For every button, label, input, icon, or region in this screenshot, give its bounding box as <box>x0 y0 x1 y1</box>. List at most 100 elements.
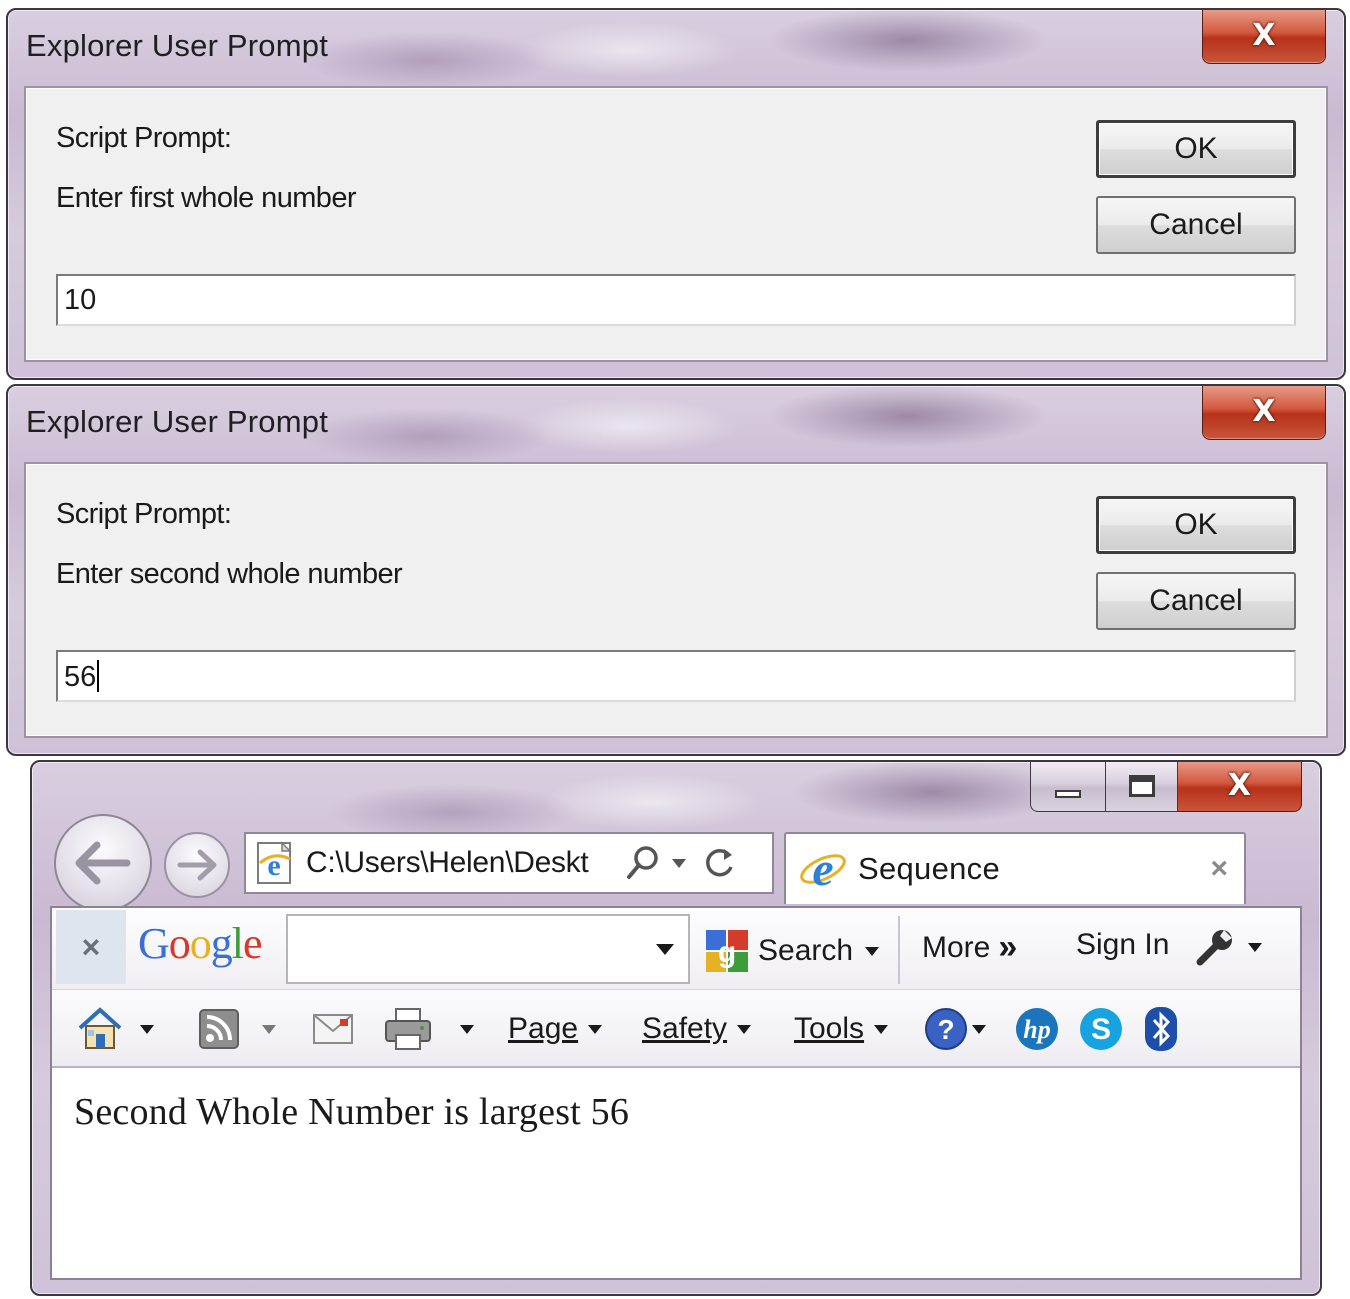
google-search-button[interactable]: g Search <box>704 928 880 974</box>
prompt-message: Enter first whole number <box>56 182 357 214</box>
browser-window: X e C:\Users\Helen\Deskt e Sequence × × … <box>30 760 1322 1296</box>
prompt-dialog-first: Explorer User Prompt X Script Prompt: En… <box>6 8 1346 380</box>
skype-icon: S <box>1080 1008 1122 1050</box>
minimize-icon <box>1055 789 1081 798</box>
tools-menu[interactable]: Tools <box>794 990 889 1068</box>
maximize-icon <box>1128 774 1155 797</box>
forward-button[interactable] <box>164 832 230 898</box>
ie-logo-icon: e <box>800 845 846 893</box>
skype-button[interactable]: S <box>1078 990 1124 1068</box>
tab-sequence[interactable]: e Sequence × <box>784 832 1246 904</box>
text-caret <box>97 660 100 692</box>
browser-content: × Google g Search More » Sign In Page Sa… <box>50 906 1302 1280</box>
more-label: More <box>922 930 991 964</box>
ie-page-icon: e <box>257 841 292 884</box>
tab-close-icon[interactable]: × <box>1210 852 1228 886</box>
dialog-close-button[interactable]: X <box>1202 10 1326 64</box>
svg-text:S: S <box>1091 1013 1111 1046</box>
prompt-input-value: 10 <box>64 284 97 316</box>
rss-feed-icon <box>199 1009 239 1049</box>
prompt-dialog-second: Explorer User Prompt X Script Prompt: En… <box>6 384 1346 756</box>
svg-text:hp: hp <box>1023 1015 1050 1044</box>
bluetooth-button[interactable] <box>1144 990 1178 1068</box>
cancel-button[interactable]: Cancel <box>1096 572 1296 630</box>
chevron-down-icon <box>140 1024 154 1034</box>
help-icon: ? <box>925 1008 967 1050</box>
svg-text:e: e <box>812 845 833 893</box>
logo-letter: e <box>243 919 263 968</box>
dialog-close-button[interactable]: X <box>1202 386 1326 440</box>
toolbar-settings-button[interactable] <box>1194 926 1262 968</box>
chevron-down-icon <box>865 946 880 956</box>
close-icon: X <box>1252 18 1276 53</box>
refresh-icon[interactable] <box>702 841 736 885</box>
script-prompt-label: Script Prompt: <box>56 498 232 530</box>
back-arrow-icon <box>75 841 131 885</box>
read-mail-button[interactable] <box>312 990 354 1068</box>
window-close-button[interactable]: X <box>1178 762 1302 812</box>
dialog-title: Explorer User Prompt <box>26 28 329 63</box>
google-search-icon: g <box>706 930 748 972</box>
dialog-body: Script Prompt: Enter first whole number … <box>24 86 1328 362</box>
page-output-text: Second Whole Number is largest 56 <box>74 1091 630 1133</box>
close-icon: X <box>1227 768 1252 803</box>
svg-text:g: g <box>718 936 736 969</box>
dropdown-arrow-icon[interactable] <box>672 841 686 885</box>
mail-icon <box>313 1014 353 1044</box>
ok-button[interactable]: OK <box>1096 120 1296 178</box>
toolbar-close-icon[interactable]: × <box>56 910 126 984</box>
page-menu[interactable]: Page <box>508 990 603 1068</box>
prompt-input[interactable]: 10 <box>56 274 1296 326</box>
sign-in-button[interactable]: Sign In <box>1076 928 1169 962</box>
logo-letter: g <box>210 919 233 968</box>
svg-text:e: e <box>267 849 280 882</box>
google-toolbar: × Google g Search More » Sign In <box>52 908 1300 990</box>
double-chevron-icon: » <box>998 928 1018 966</box>
google-search-input[interactable] <box>286 914 690 984</box>
wrench-icon <box>1196 930 1232 966</box>
google-logo: Google <box>138 918 263 969</box>
maximize-button[interactable] <box>1106 762 1178 812</box>
home-button[interactable] <box>76 990 154 1068</box>
prompt-input[interactable]: 56 <box>56 650 1296 702</box>
ok-button[interactable]: OK <box>1096 496 1296 554</box>
address-bar[interactable]: e C:\Users\Helen\Deskt <box>244 832 774 894</box>
chevron-down-icon <box>460 1024 474 1034</box>
chevron-down-icon <box>1248 942 1262 952</box>
feeds-button[interactable] <box>198 990 276 1068</box>
toolbar-separator <box>898 916 900 984</box>
chevron-down-icon <box>588 1024 603 1034</box>
logo-letter: o <box>189 919 212 968</box>
help-button[interactable]: ? <box>924 990 986 1068</box>
command-bar: Page Safety Tools ? hp S <box>52 990 1300 1068</box>
hp-button[interactable]: hp <box>1014 990 1060 1068</box>
logo-letter: o <box>168 919 191 968</box>
chevron-down-icon[interactable] <box>656 944 674 955</box>
safety-menu[interactable]: Safety <box>642 990 752 1068</box>
logo-letter: l <box>231 919 244 968</box>
prompt-message: Enter second whole number <box>56 558 403 590</box>
chevron-down-icon <box>874 1024 889 1034</box>
hp-icon: hp <box>1016 1008 1058 1050</box>
back-button[interactable] <box>54 814 152 912</box>
more-button[interactable]: More » <box>922 928 1017 967</box>
logo-letter: G <box>138 919 170 968</box>
tab-title: Sequence <box>858 851 1001 886</box>
print-button[interactable] <box>384 990 474 1068</box>
page-menu-label: Page <box>508 1012 579 1045</box>
search-magnifier-icon[interactable] <box>626 841 662 885</box>
chevron-down-icon <box>972 1024 986 1034</box>
cancel-button[interactable]: Cancel <box>1096 196 1296 254</box>
bluetooth-icon <box>1145 1007 1177 1051</box>
script-prompt-label: Script Prompt: <box>56 122 232 154</box>
prompt-input-value: 56 <box>64 661 97 693</box>
window-controls: X <box>1030 762 1302 812</box>
forward-arrow-icon <box>177 849 217 881</box>
minimize-button[interactable] <box>1030 762 1106 812</box>
chevron-down-icon <box>737 1024 752 1034</box>
printer-icon <box>385 1008 431 1050</box>
tools-menu-label: Tools <box>794 1012 865 1045</box>
close-icon: X <box>1252 394 1276 429</box>
svg-text:?: ? <box>937 1014 954 1045</box>
home-icon <box>78 1007 122 1049</box>
